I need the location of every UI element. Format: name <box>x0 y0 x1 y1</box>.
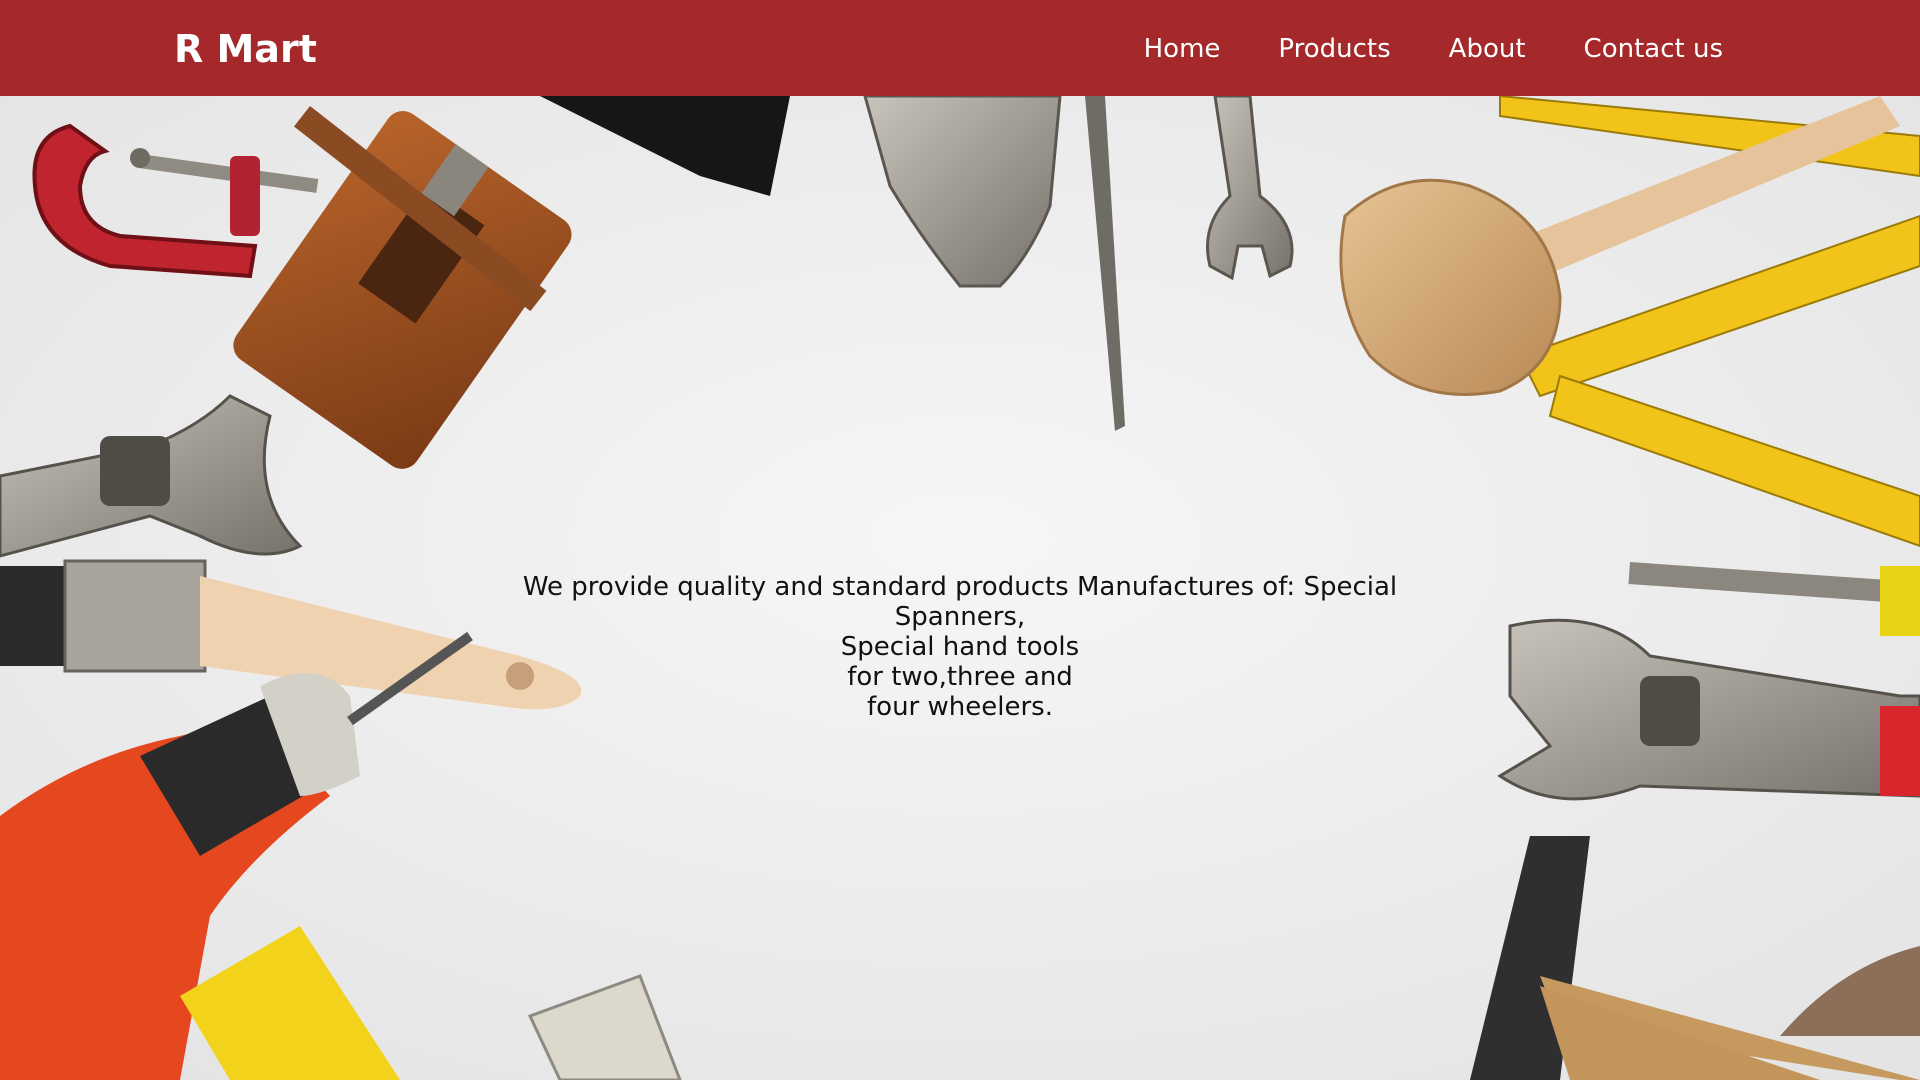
top-navbar: R Mart Home Products About Contact us <box>0 0 1920 96</box>
main-nav: Home Products About Contact us <box>1144 32 1723 66</box>
tagline-line-1: We provide quality and standard products… <box>522 572 1398 632</box>
hero-tagline: We provide quality and standard products… <box>460 572 1460 722</box>
hero-section: We provide quality and standard products… <box>0 96 1920 1080</box>
brand-logo[interactable]: R Mart <box>174 26 317 72</box>
nav-home-link[interactable]: Home <box>1144 32 1221 66</box>
tagline-line-2: Special hand tools <box>840 632 1080 662</box>
nav-products-link[interactable]: Products <box>1278 32 1390 66</box>
tagline-line-3: for two,three and <box>847 662 1073 692</box>
nav-contact-link[interactable]: Contact us <box>1584 32 1723 66</box>
tagline-line-4: four wheelers. <box>867 692 1053 722</box>
nav-about-link[interactable]: About <box>1449 32 1526 66</box>
